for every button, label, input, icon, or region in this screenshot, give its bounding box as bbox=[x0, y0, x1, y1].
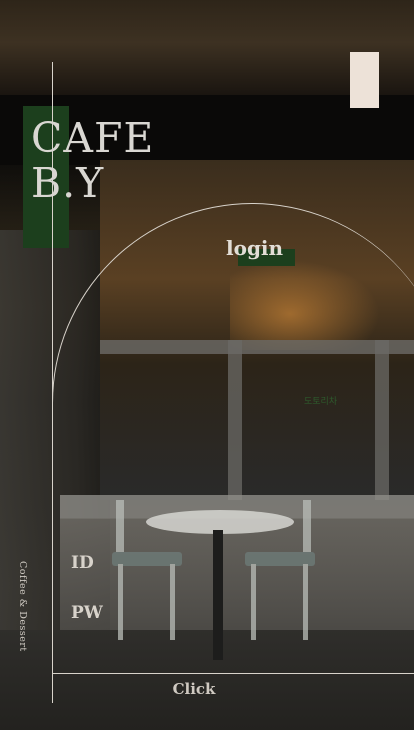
brand-line-2: B.Y bbox=[31, 159, 105, 207]
login-submit-button[interactable]: Click bbox=[167, 678, 221, 700]
brand-logo: CAFE B.Y bbox=[31, 116, 154, 206]
id-input[interactable] bbox=[112, 552, 312, 576]
login-title: login bbox=[226, 236, 284, 260]
pw-label: PW bbox=[71, 603, 103, 623]
pw-input[interactable] bbox=[112, 602, 312, 626]
tagline-vertical: Coffee & Dessert bbox=[17, 561, 28, 652]
cream-accent-bar bbox=[350, 52, 379, 108]
brand-line-1: CAFE bbox=[31, 114, 155, 162]
arch-outline bbox=[52, 203, 414, 703]
login-screen: 도토리차 CAFE B.Y login ID PW Coffee & Desse… bbox=[0, 0, 414, 730]
id-label: ID bbox=[71, 553, 94, 573]
